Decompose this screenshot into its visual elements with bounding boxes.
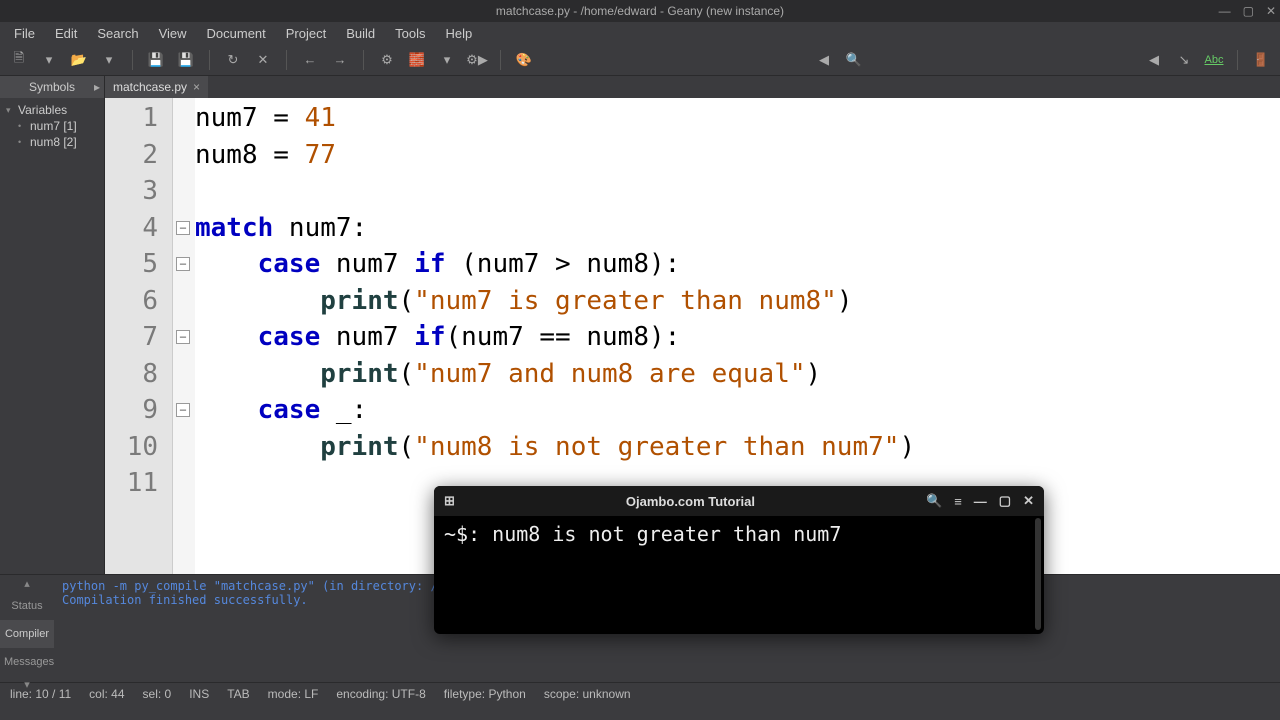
status-tab: TAB bbox=[227, 687, 249, 701]
close-icon[interactable]: ✕ bbox=[1266, 4, 1276, 18]
status-mode: mode: LF bbox=[268, 687, 319, 701]
reload-icon[interactable]: ↻ bbox=[222, 49, 244, 71]
terminal-output: num8 is not greater than num7 bbox=[492, 522, 841, 546]
toolbar: 🗎 ▾ 📂 ▾ 💾 💾 ↻ ✕ ← → ⚙ 🧱 ▾ ⚙▶ 🎨 ◀ 🔍 ◀ ↘ A… bbox=[0, 44, 1280, 76]
status-line: line: 10 / 11 bbox=[10, 687, 71, 701]
tab-label: matchcase.py bbox=[113, 80, 187, 94]
statusbar: line: 10 / 11 col: 44 sel: 0 INS TAB mod… bbox=[0, 682, 1280, 704]
bottom-tab-compiler[interactable]: Compiler bbox=[0, 620, 54, 648]
new-file-icon[interactable]: 🗎 bbox=[8, 49, 30, 71]
minimize-icon[interactable]: ― bbox=[1219, 4, 1231, 18]
nav-back-icon[interactable]: ◀ bbox=[813, 49, 835, 71]
bottom-tab-messages[interactable]: Messages bbox=[0, 648, 54, 676]
new-tab-icon[interactable]: ⊞ bbox=[444, 493, 455, 509]
menu-file[interactable]: File bbox=[6, 24, 43, 43]
tree-root-label: Variables bbox=[18, 103, 67, 117]
compile-icon[interactable]: ⚙ bbox=[376, 49, 398, 71]
menu-view[interactable]: View bbox=[151, 24, 195, 43]
save-icon[interactable]: 💾 bbox=[145, 49, 167, 71]
menu-build[interactable]: Build bbox=[338, 24, 383, 43]
tree-item-label: num8 [2] bbox=[30, 135, 77, 149]
close-icon[interactable]: ✕ bbox=[1023, 493, 1034, 509]
fold-toggle[interactable]: − bbox=[176, 403, 190, 417]
undo-icon[interactable]: ← bbox=[299, 49, 321, 71]
build-icon[interactable]: 🧱 bbox=[406, 49, 428, 71]
redo-icon[interactable]: → bbox=[329, 49, 351, 71]
dropdown-icon[interactable]: ▾ bbox=[38, 49, 60, 71]
bullet-icon: • bbox=[18, 137, 26, 147]
open-file-icon[interactable]: 📂 bbox=[68, 49, 90, 71]
chevron-right-icon[interactable]: ▸ bbox=[94, 80, 100, 94]
search-icon[interactable]: 🔍 bbox=[926, 493, 942, 509]
fold-toggle[interactable]: − bbox=[176, 221, 190, 235]
terminal-body[interactable]: ~$: num8 is not greater than num7 bbox=[434, 516, 1044, 634]
status-sel: sel: 0 bbox=[143, 687, 172, 701]
status-encoding: encoding: UTF-8 bbox=[336, 687, 425, 701]
sidebar-tab-label: Symbols bbox=[29, 80, 75, 94]
terminal-scrollbar[interactable] bbox=[1035, 518, 1041, 630]
terminal-window: ⊞ Ojambo.com Tutorial 🔍 ≡ ― ▢ ✕ ~$: num8… bbox=[434, 486, 1044, 634]
menu-project[interactable]: Project bbox=[278, 24, 334, 43]
tree-item[interactable]: • num8 [2] bbox=[2, 134, 102, 150]
tree-root-variables[interactable]: ▾ Variables bbox=[2, 102, 102, 118]
chevron-up-icon[interactable]: ▴ bbox=[0, 575, 54, 592]
sidebar-tab-symbols[interactable]: Symbols ▸ bbox=[0, 76, 104, 98]
terminal-title: Ojambo.com Tutorial bbox=[626, 494, 755, 509]
status-filetype: filetype: Python bbox=[444, 687, 526, 701]
line-gutter: 1234567891011 bbox=[105, 98, 173, 574]
status-col: col: 44 bbox=[89, 687, 124, 701]
close-file-icon[interactable]: ✕ bbox=[252, 49, 274, 71]
terminal-prompt: ~$: bbox=[444, 522, 480, 546]
menu-search[interactable]: Search bbox=[89, 24, 146, 43]
editor-tabs: matchcase.py × bbox=[105, 76, 1280, 98]
abc-icon[interactable]: Abc bbox=[1203, 49, 1225, 71]
dropdown-icon[interactable]: ▾ bbox=[436, 49, 458, 71]
menu-edit[interactable]: Edit bbox=[47, 24, 85, 43]
menu-document[interactable]: Document bbox=[199, 24, 274, 43]
menu-tools[interactable]: Tools bbox=[387, 24, 433, 43]
quit-icon[interactable]: 🚪 bbox=[1250, 49, 1272, 71]
maximize-icon[interactable]: ▢ bbox=[999, 493, 1011, 509]
jump-icon[interactable]: ↘ bbox=[1173, 49, 1195, 71]
menu-help[interactable]: Help bbox=[438, 24, 481, 43]
sidebar: Symbols ▸ ▾ Variables • num7 [1] • num8 [2] bbox=[0, 76, 105, 574]
maximize-icon[interactable]: ▢ bbox=[1243, 4, 1254, 18]
tab-close-icon[interactable]: × bbox=[193, 80, 200, 94]
fold-toggle[interactable]: − bbox=[176, 330, 190, 344]
tree-caret-icon: ▾ bbox=[6, 105, 14, 116]
nav-back-icon[interactable]: ◀ bbox=[1143, 49, 1165, 71]
bullet-icon: • bbox=[18, 121, 26, 131]
minimize-icon[interactable]: ― bbox=[974, 494, 987, 509]
search-icon[interactable]: 🔍 bbox=[843, 49, 865, 71]
menu-icon[interactable]: ≡ bbox=[954, 494, 962, 509]
bottom-tab-status[interactable]: Status bbox=[0, 592, 54, 620]
tree-item[interactable]: • num7 [1] bbox=[2, 118, 102, 134]
menubar: FileEditSearch ViewDocumentProjectBuildTo… bbox=[0, 22, 1280, 44]
status-scope: scope: unknown bbox=[544, 687, 631, 701]
fold-column: − − − − bbox=[173, 98, 195, 574]
run-icon[interactable]: ⚙▶ bbox=[466, 49, 488, 71]
tab-matchcase[interactable]: matchcase.py × bbox=[105, 76, 208, 98]
fold-toggle[interactable]: − bbox=[176, 257, 190, 271]
terminal-titlebar: ⊞ Ojambo.com Tutorial 🔍 ≡ ― ▢ ✕ bbox=[434, 486, 1044, 516]
window-title: matchcase.py - /home/edward - Geany (new… bbox=[496, 4, 784, 18]
window-titlebar: matchcase.py - /home/edward - Geany (new… bbox=[0, 0, 1280, 22]
save-all-icon[interactable]: 💾 bbox=[175, 49, 197, 71]
status-ins: INS bbox=[189, 687, 209, 701]
tree-item-label: num7 [1] bbox=[30, 119, 77, 133]
color-icon[interactable]: 🎨 bbox=[513, 49, 535, 71]
dropdown-icon[interactable]: ▾ bbox=[98, 49, 120, 71]
